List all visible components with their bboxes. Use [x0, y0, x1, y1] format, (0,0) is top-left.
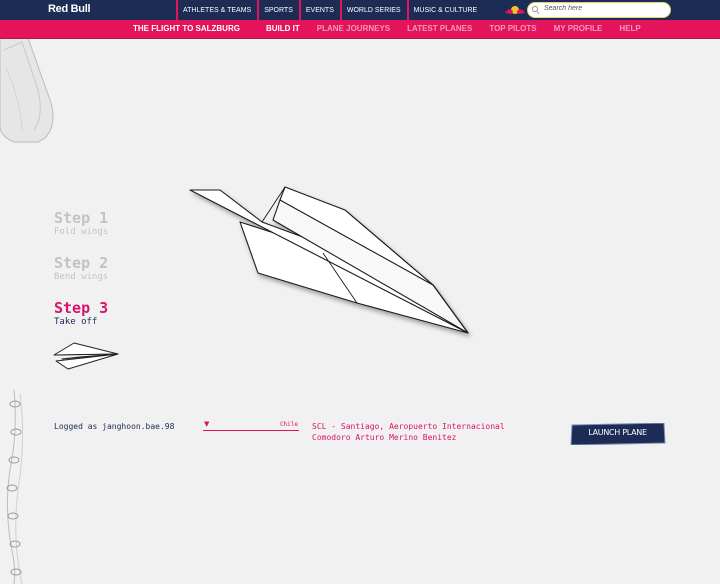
airport-line-1: SCL - Santiago, Aeropuerto Internacional [312, 422, 505, 431]
step-3-number: Step 3 [54, 299, 109, 317]
red-bull-logo[interactable]: Red Bull [48, 3, 91, 15]
paper-clip-decoration [0, 38, 54, 143]
step-2[interactable]: Step 2 Bend wings [54, 255, 108, 283]
search-input[interactable] [544, 5, 654, 12]
dropdown-arrow-icon: ▼ [204, 420, 210, 428]
step-3[interactable]: Step 3 Take off [54, 300, 108, 328]
section-title[interactable]: THE FLIGHT TO SALZBURG [133, 24, 240, 33]
step-2-label: Bend wings [54, 272, 109, 282]
country-value: Chile [279, 421, 298, 428]
nav-world-series[interactable]: WORLD SERIES [339, 0, 407, 20]
launch-plane-label: LAUNCH PLANE [588, 428, 647, 437]
airport-line-2: Comodoro Arturo Merino Benitez [312, 433, 457, 442]
search-icon [531, 5, 540, 15]
tab-help[interactable]: HELP [619, 24, 640, 33]
red-bull-emblem-icon[interactable] [504, 3, 526, 17]
step-1-number: Step 1 [54, 209, 109, 227]
nav-music-culture[interactable]: MUSIC & CULTURE [406, 0, 484, 20]
top-header-bar: Red Bull ATHLETES & TEAMS SPORTS EVENTS … [0, 0, 720, 20]
step-1[interactable]: Step 1 Fold wings [54, 210, 108, 238]
step-3-label: Take off [54, 317, 98, 327]
nav-events[interactable]: EVENTS [298, 0, 340, 20]
tab-build-it[interactable]: BUILD IT [266, 24, 300, 33]
nav-sports[interactable]: SPORTS [257, 0, 299, 20]
launch-plane-button[interactable]: LAUNCH PLANE [569, 423, 666, 445]
plane-thumbnail-icon [53, 342, 119, 370]
step-2-number: Step 2 [54, 254, 109, 272]
logged-in-user: Logged as janghoon.bae.98 [54, 422, 175, 431]
tab-top-pilots[interactable]: TOP PILOTS [489, 24, 536, 33]
paper-plane-illustration [189, 186, 469, 334]
search-box [527, 2, 671, 18]
nav-athletes-teams[interactable]: ATHLETES & TEAMS [176, 0, 257, 20]
spiral-binding-decoration [6, 390, 24, 584]
step-1-label: Fold wings [54, 227, 109, 237]
tab-plane-journeys[interactable]: PLANE JOURNEYS [317, 24, 390, 33]
tab-my-profile[interactable]: MY PROFILE [554, 24, 603, 33]
tab-latest-planes[interactable]: LATEST PLANES [407, 24, 472, 33]
airport-selection[interactable]: SCL - Santiago, Aeropuerto Internacional… [312, 421, 552, 443]
main-navigation: ATHLETES & TEAMS SPORTS EVENTS WORLD SER… [176, 0, 483, 20]
sub-navigation: BUILD IT PLANE JOURNEYS LATEST PLANES TO… [266, 24, 658, 33]
country-select[interactable]: ▼ Chile [203, 420, 299, 431]
